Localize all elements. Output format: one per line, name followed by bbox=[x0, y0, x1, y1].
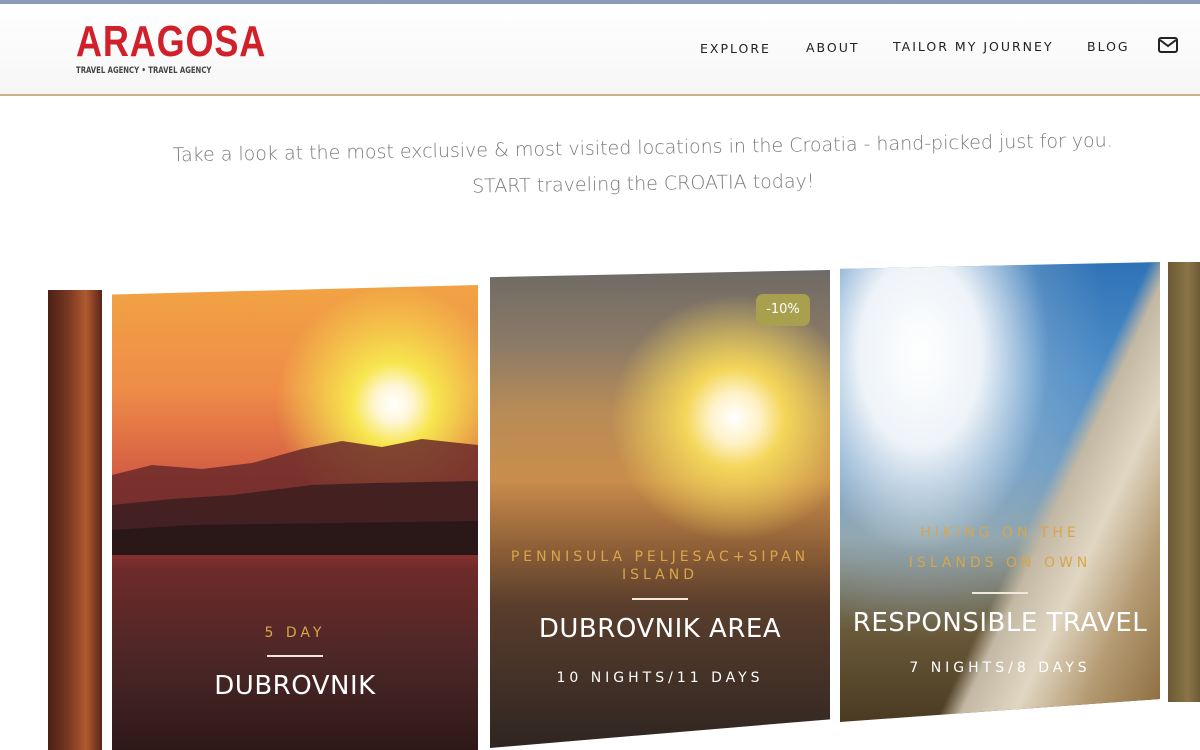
tour-subtitle: 5 DAY bbox=[264, 625, 326, 641]
tour-card-dubrovnik-area[interactable]: PENNISULA PELJESAC+SIPAN ISLAND DUBROVNI… bbox=[490, 270, 830, 748]
sunset-hills-image bbox=[112, 439, 478, 555]
tour-subtitle: PENNISULA PELJESAC+SIPAN ISLAND bbox=[510, 549, 810, 583]
tour-carousel: 5 DAY DUBROVNIK PENNISULA PELJESAC+SIPAN… bbox=[0, 0, 1200, 750]
tour-card-responsible-travel[interactable]: HIKING ON THE ISLANDS ON OWN RESPONSIBLE… bbox=[840, 262, 1160, 722]
tour-card-partial-left[interactable] bbox=[48, 290, 102, 750]
tour-card-partial-right[interactable] bbox=[1168, 262, 1200, 702]
tour-title: DUBROVNIK AREA bbox=[538, 614, 782, 644]
tour-title: DUBROVNIK bbox=[214, 671, 376, 701]
tour-subtitle: HIKING ON THE ISLANDS ON OWN bbox=[908, 525, 1092, 571]
tour-duration: 7 NIGHTS/8 DAYS bbox=[909, 660, 1091, 676]
tour-duration: 10 NIGHTS/11 DAYS bbox=[556, 670, 764, 686]
tour-divider bbox=[972, 592, 1028, 594]
tour-card-dubrovnik[interactable]: 5 DAY DUBROVNIK bbox=[112, 285, 478, 750]
tour-divider bbox=[267, 655, 323, 657]
tour-divider bbox=[632, 598, 688, 600]
discount-badge: -10% bbox=[756, 294, 810, 326]
tour-title: RESPONSIBLE TRAVEL bbox=[852, 608, 1148, 638]
